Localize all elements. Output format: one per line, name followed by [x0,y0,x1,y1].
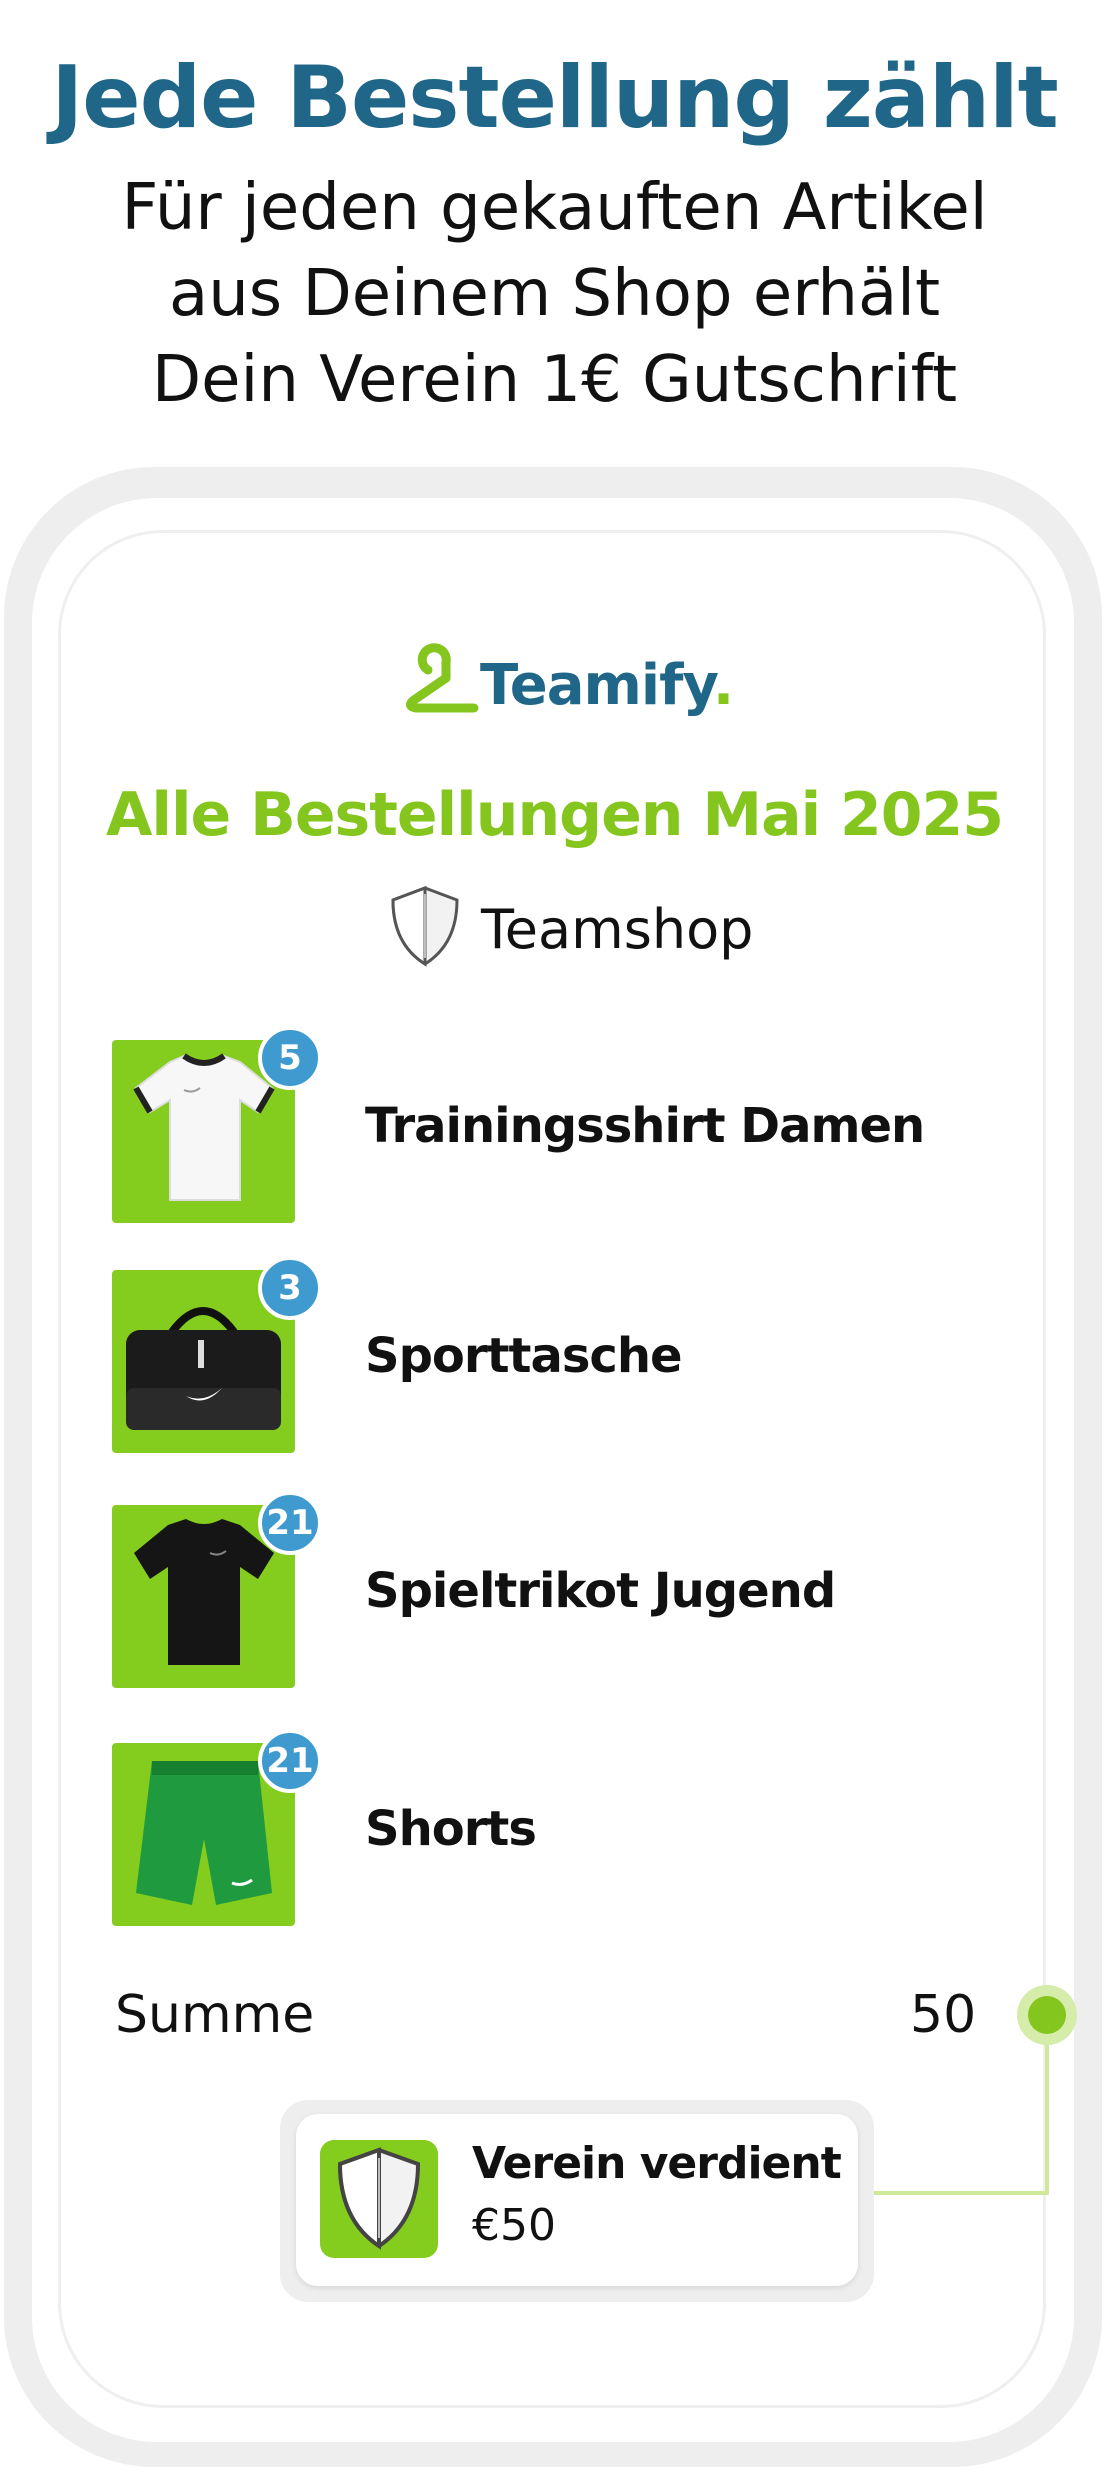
earnings-title: Verein verdient [472,2138,842,2189]
earnings-icon-tile [320,2140,438,2258]
shield-icon [337,2147,421,2250]
earnings-amount: €50 [472,2200,556,2251]
